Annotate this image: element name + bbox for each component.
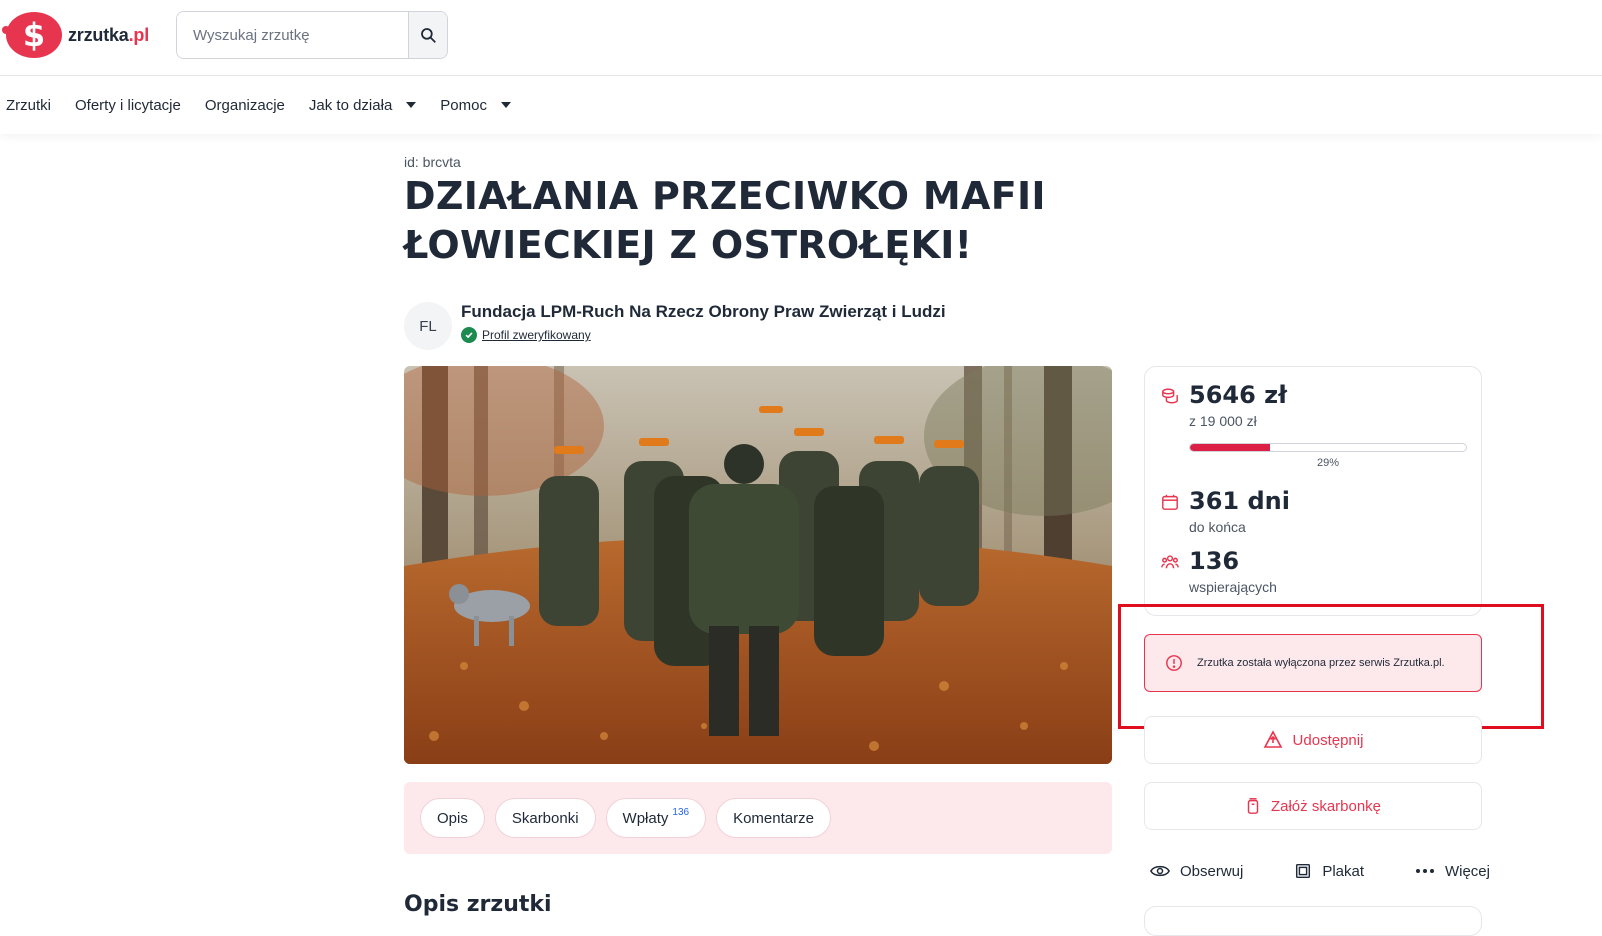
top-bar: $ zrzutka.pl	[0, 0, 1602, 76]
search-button[interactable]	[408, 12, 447, 58]
verified-profile-link[interactable]: Profil zweryfikowany	[482, 328, 591, 342]
stats-card: 5646 zł z 19 000 zł 29% 361 dni do końca…	[1144, 366, 1482, 616]
watch-button[interactable]: Obserwuj	[1150, 863, 1243, 880]
poster-button[interactable]: Plakat	[1294, 862, 1364, 880]
page-title: DZIAŁANIA PRZECIWKO MAFII ŁOWIECKIEJ Z O…	[404, 174, 1046, 267]
chevron-down-icon	[406, 102, 417, 108]
nav-item-pomoc[interactable]: Pomoc	[440, 97, 511, 114]
amount-raised: 5646 zł	[1189, 381, 1288, 409]
highlight-frame	[1118, 604, 1544, 729]
share-button[interactable]: Udostępnij	[1144, 716, 1482, 764]
campaign-tabs: Opis Skarbonki Wpłaty 136 Komentarze	[404, 782, 1112, 854]
days-left: 361 dni	[1189, 487, 1290, 515]
organizer-name[interactable]: Fundacja LPM-Ruch Na Rzecz Obrony Praw Z…	[461, 302, 946, 322]
stat-days: 361 dni do końca	[1161, 487, 1290, 535]
nav-item-oferty[interactable]: Oferty i licytacje	[75, 97, 181, 114]
stat-supporters: 136 wspierających	[1161, 547, 1277, 595]
days-left-label: do końca	[1189, 519, 1246, 535]
share-icon	[1263, 730, 1283, 750]
calendar-icon	[1162, 494, 1178, 510]
tab-wplaty[interactable]: Wpłaty 136	[605, 798, 707, 838]
campaign-image[interactable]	[404, 366, 1112, 764]
nav-item-jak-to-dziala[interactable]: Jak to działa	[309, 97, 417, 114]
tab-opis[interactable]: Opis	[420, 798, 485, 838]
search-box	[176, 11, 448, 59]
progress-percent: 29%	[1316, 457, 1340, 469]
amount-goal: z 19 000 zł	[1189, 413, 1257, 429]
supporters-label: wspierających	[1189, 579, 1277, 595]
coins-icon	[1162, 388, 1178, 404]
campaign-id: id: brcvta	[404, 154, 461, 170]
progress-bar	[1189, 443, 1467, 452]
more-dots-icon	[1415, 869, 1434, 873]
verified-check-icon	[461, 327, 477, 343]
main-nav: Zrzutki Oferty i licytacje Organizacje J…	[0, 76, 1602, 134]
hunters-forest-illustration	[404, 366, 1112, 764]
section-heading: Opis zrzutki	[404, 892, 552, 917]
verified-profile: Profil zweryfikowany	[461, 327, 591, 343]
piggy-bank-icon: $	[2, 12, 62, 58]
secondary-actions: Obserwuj Plakat Więcej	[1150, 856, 1490, 886]
nav-item-organizacje[interactable]: Organizacje	[205, 97, 285, 114]
search-icon	[421, 28, 436, 43]
piggybank-jar-icon	[1245, 797, 1261, 815]
logo-text: zrzutka	[68, 24, 129, 45]
poster-frame-icon	[1296, 863, 1311, 879]
wplaty-count: 136	[672, 806, 690, 818]
search-input[interactable]	[177, 12, 408, 58]
create-piggybank-button[interactable]: Załóż skarbonkę	[1144, 782, 1482, 830]
tab-skarbonki[interactable]: Skarbonki	[494, 798, 596, 838]
people-icon	[1161, 555, 1179, 569]
supporters-count: 136	[1189, 547, 1240, 575]
eye-icon	[1150, 865, 1170, 877]
nav-item-zrzutki[interactable]: Zrzutki	[6, 97, 51, 114]
stat-amount: 5646 zł z 19 000 zł	[1161, 381, 1287, 429]
logo[interactable]: $ zrzutka.pl	[2, 12, 150, 58]
next-card	[1144, 906, 1482, 936]
chevron-down-icon	[500, 102, 511, 108]
more-button[interactable]: Więcej	[1415, 863, 1490, 880]
tab-komentarze[interactable]: Komentarze	[716, 798, 831, 838]
logo-tld: .pl	[128, 24, 150, 45]
avatar[interactable]: FL	[404, 302, 452, 350]
progress-fill	[1190, 444, 1271, 451]
